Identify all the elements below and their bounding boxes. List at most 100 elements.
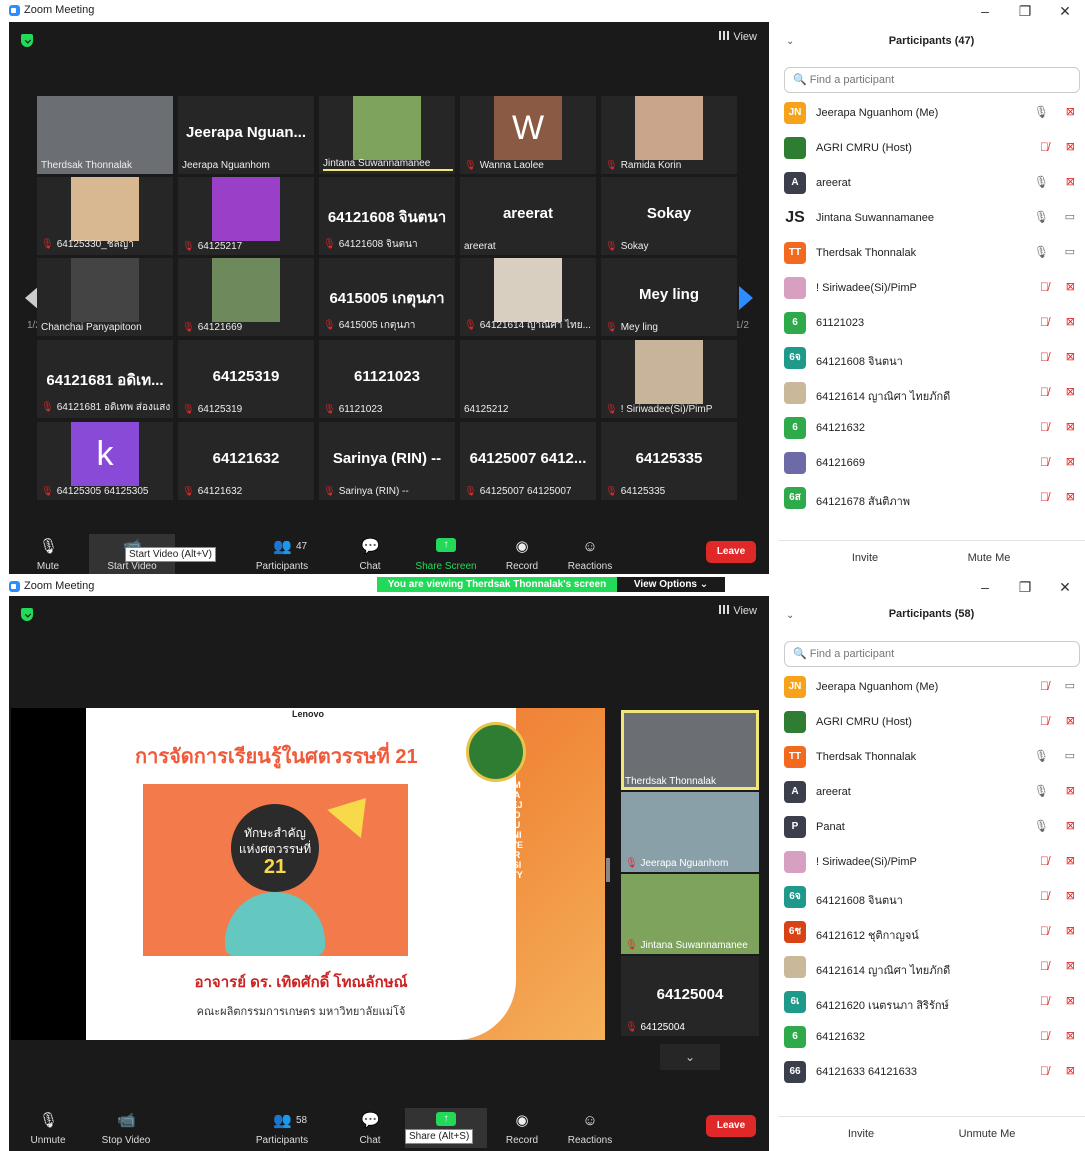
video-off-icon[interactable]: ⊠ <box>1066 490 1075 503</box>
video-tile[interactable]: Sokay 🎙 Sokay <box>601 177 737 255</box>
participant-row[interactable]: TT Therdsak Thonnalak 🎙 ▭ <box>778 740 1085 775</box>
participant-row[interactable]: 64121614 ญาณิศา ไทยภักดี 🎙̸ ⊠ <box>778 376 1085 411</box>
video-icon[interactable]: ▭ <box>1065 749 1075 762</box>
participant-row[interactable]: JN Jeerapa Nguanhom (Me) 🎙̸ ▭ <box>778 670 1085 705</box>
video-tile[interactable]: 6415005 เกตุนภา 🎙 6415005 เกตุนภา <box>319 258 455 336</box>
video-tile[interactable]: 64125319 🎙 64125319 <box>178 340 314 418</box>
minimize-button[interactable]: – <box>965 0 1005 22</box>
leave-button[interactable]: Leave <box>706 1115 756 1137</box>
encryption-shield-icon[interactable] <box>21 608 33 621</box>
video-off-icon[interactable]: ⊠ <box>1066 105 1075 118</box>
maximize-button[interactable]: ❐ <box>1005 576 1045 598</box>
mic-muted-icon[interactable]: 🎙̸ <box>1040 959 1049 973</box>
video-off-icon[interactable]: ⊠ <box>1066 889 1075 902</box>
video-off-icon[interactable]: ⊠ <box>1066 175 1075 188</box>
video-off-icon[interactable]: ⊠ <box>1066 140 1075 153</box>
video-tile[interactable]: 64121632 🎙 64121632 <box>178 422 314 500</box>
mic-icon[interactable]: 🎙 <box>1034 784 1049 798</box>
next-page-arrow-icon[interactable] <box>739 286 753 310</box>
participant-row[interactable]: Aareerat 🎙 ⊠ <box>778 775 1085 810</box>
video-icon[interactable]: ▭ <box>1065 210 1075 223</box>
participant-row[interactable]: AGRI CMRU (Host) 🎙̸ ⊠ <box>778 131 1085 166</box>
participant-search-input[interactable]: 🔍 Find a participant <box>784 641 1080 667</box>
participant-row[interactable]: P Panat 🎙 ⊠ <box>778 810 1085 845</box>
participant-row[interactable]: JS Jintana Suwannamanee 🎙 ▭ <box>778 201 1085 236</box>
mic-icon[interactable]: 🎙 <box>1034 105 1049 119</box>
thumbnail-video-tile[interactable]: 🎙 Jintana Suwannamanee <box>621 874 759 954</box>
participant-row[interactable]: 6เ 64121620 เนตรนภา สิริรักษ์ 🎙̸ ⊠ <box>778 985 1085 1020</box>
participants-button[interactable]: 👥 47 Participants <box>247 534 317 574</box>
participant-row[interactable]: 64121669 🎙̸ ⊠ <box>778 446 1085 481</box>
mute-me-button[interactable]: Mute Me <box>944 547 1034 569</box>
thumbnail-video-tile[interactable]: 🎙 Jeerapa Nguanhom <box>621 792 759 872</box>
video-off-icon[interactable]: ⊠ <box>1066 784 1075 797</box>
share-screen-button[interactable]: ↑ Share Screen <box>411 534 481 574</box>
video-off-icon[interactable]: ⊠ <box>1066 455 1075 468</box>
video-tile[interactable]: areerat areerat <box>460 177 596 255</box>
video-tile[interactable]: 64125335 🎙 64125335 <box>601 422 737 500</box>
mic-muted-icon[interactable]: 🎙̸ <box>1040 490 1049 504</box>
participants-button[interactable]: 👥 58 Participants <box>247 1108 317 1148</box>
participant-row[interactable]: 64121614 ญาณิศา ไทยภักดี 🎙̸ ⊠ <box>778 950 1085 985</box>
participant-row[interactable]: 6ส 64121678 สันติภาพ 🎙̸ ⊠ <box>778 481 1085 516</box>
video-off-icon[interactable]: ⊠ <box>1066 959 1075 972</box>
record-button[interactable]: ◉ Record <box>487 534 557 574</box>
video-tile[interactable]: k 🎙 64125305 64125305 <box>37 422 173 500</box>
mic-muted-icon[interactable]: 🎙̸ <box>1040 385 1049 399</box>
encryption-shield-icon[interactable] <box>21 34 33 47</box>
video-tile[interactable]: Jintana Suwannamanee <box>319 96 455 174</box>
participant-row[interactable]: 6 64121632 🎙̸ ⊠ <box>778 411 1085 446</box>
mic-muted-icon[interactable]: 🎙̸ <box>1040 714 1049 728</box>
mic-muted-icon[interactable]: 🎙̸ <box>1040 455 1049 469</box>
mic-muted-icon[interactable]: 🎙̸ <box>1040 280 1049 294</box>
video-tile[interactable]: 64125212 <box>460 340 596 418</box>
video-tile[interactable]: 🎙 64121669 <box>178 258 314 336</box>
participant-row[interactable]: ! Siriwadee(Si)/PimP 🎙̸ ⊠ <box>778 845 1085 880</box>
unmute-button[interactable]: 🎙 Unmute <box>13 1108 83 1148</box>
scroll-down-chevron-icon[interactable]: ⌄ <box>660 1044 720 1070</box>
chat-button[interactable]: 💬 Chat <box>335 534 405 574</box>
record-button[interactable]: ◉ Record <box>487 1108 557 1148</box>
participant-row[interactable]: 6ช 64121612 ชุติกาญจน์ 🎙̸ ⊠ <box>778 915 1085 950</box>
video-icon[interactable]: ▭ <box>1065 679 1075 692</box>
reactions-button[interactable]: ☺ Reactions <box>555 534 625 574</box>
video-off-icon[interactable]: ⊠ <box>1066 1029 1075 1042</box>
video-off-icon[interactable]: ⊠ <box>1066 280 1075 293</box>
mic-muted-icon[interactable]: 🎙̸ <box>1040 924 1049 938</box>
mic-muted-icon[interactable]: 🎙̸ <box>1040 1064 1049 1078</box>
video-tile[interactable]: W 🎙 Wanna Laolee <box>460 96 596 174</box>
mic-muted-icon[interactable]: 🎙̸ <box>1040 315 1049 329</box>
close-button[interactable]: ✕ <box>1045 0 1085 22</box>
video-off-icon[interactable]: ⊠ <box>1066 1064 1075 1077</box>
video-tile[interactable]: 64121681 อดิเท... 🎙 64121681 อดิเทพ ส่องแส… <box>37 340 173 418</box>
participant-row[interactable]: 6 64121632 🎙̸ ⊠ <box>778 1020 1085 1055</box>
minimize-button[interactable]: – <box>965 576 1005 598</box>
stop-video-button[interactable]: 📹 Stop Video <box>91 1108 161 1148</box>
video-off-icon[interactable]: ⊠ <box>1066 819 1075 832</box>
video-tile[interactable]: 64121608 จินตนา 🎙 64121608 จินตนา <box>319 177 455 255</box>
mic-muted-icon[interactable]: 🎙̸ <box>1040 1029 1049 1043</box>
mic-icon[interactable]: 🎙 <box>1034 819 1049 833</box>
video-tile[interactable]: 🎙 64121614 ญาณิศา ไทย... <box>460 258 596 336</box>
participant-row[interactable]: 6จ 64121608 จินตนา 🎙̸ ⊠ <box>778 880 1085 915</box>
participant-row[interactable]: AGRI CMRU (Host) 🎙̸ ⊠ <box>778 705 1085 740</box>
participant-row[interactable]: Aareerat 🎙 ⊠ <box>778 166 1085 201</box>
video-off-icon[interactable]: ⊠ <box>1066 994 1075 1007</box>
video-icon[interactable]: ▭ <box>1065 245 1075 258</box>
invite-button[interactable]: Invite <box>820 547 910 569</box>
mic-muted-icon[interactable]: 🎙̸ <box>1040 854 1049 868</box>
mic-icon[interactable]: 🎙 <box>1034 245 1049 259</box>
lenovo-share-bar[interactable]: Lenovo <box>266 708 350 720</box>
video-off-icon[interactable]: ⊠ <box>1066 315 1075 328</box>
view-button[interactable]: View <box>719 605 757 617</box>
invite-button[interactable]: Invite <box>816 1123 906 1145</box>
mic-muted-icon[interactable]: 🎙̸ <box>1040 140 1049 154</box>
participant-row[interactable]: 66 64121633 64121633 🎙̸ ⊠ <box>778 1055 1085 1090</box>
mute-button[interactable]: 🎙 Mute <box>13 534 83 574</box>
mic-muted-icon[interactable]: 🎙̸ <box>1040 350 1049 364</box>
close-button[interactable]: ✕ <box>1045 576 1085 598</box>
video-off-icon[interactable]: ⊠ <box>1066 385 1075 398</box>
video-tile[interactable]: Jeerapa Nguan... Jeerapa Nguanhom <box>178 96 314 174</box>
leave-button[interactable]: Leave <box>706 541 756 563</box>
thumbnail-video-tile[interactable]: Therdsak Thonnalak <box>621 710 759 790</box>
